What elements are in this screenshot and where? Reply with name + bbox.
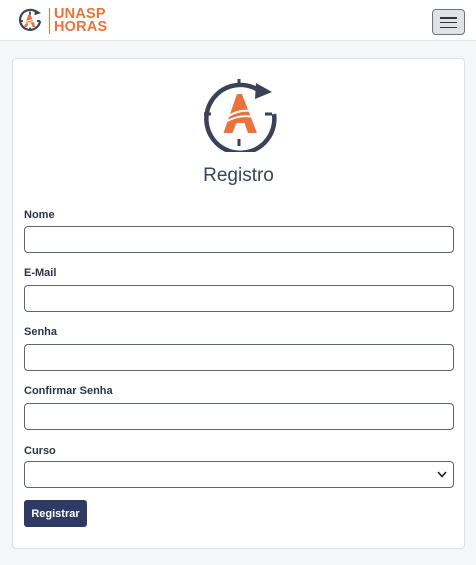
nome-input[interactable] [24, 226, 454, 253]
confirmar-senha-input[interactable] [24, 403, 454, 430]
logo-clock-icon [18, 8, 42, 31]
nome-label: Nome [24, 209, 55, 221]
app-logo-icon [204, 79, 277, 152]
curso-select[interactable] [24, 461, 454, 488]
page-title: Registro [203, 165, 274, 186]
chevron-down-icon [437, 471, 447, 478]
register-card: Registro Nome E-Mail Senha Confirmar Sen… [12, 58, 465, 549]
hamburger-icon [440, 17, 457, 31]
senha-label: Senha [24, 326, 58, 338]
registrar-button[interactable]: Registrar [24, 500, 87, 527]
brand-line-2: HORAS [54, 19, 108, 35]
senha-input[interactable] [24, 344, 454, 371]
confirmar-senha-label: Confirmar Senha [24, 385, 113, 397]
email-input[interactable] [24, 285, 454, 312]
brand-name: UNASP HORAS [54, 7, 108, 35]
email-label: E-Mail [24, 267, 57, 279]
brand-divider [49, 8, 50, 34]
top-navbar: UNASP HORAS [0, 0, 476, 41]
brand-logo[interactable]: UNASP HORAS [16, 6, 107, 36]
navbar-toggle-button[interactable] [432, 9, 465, 35]
curso-label: Curso [24, 445, 56, 457]
